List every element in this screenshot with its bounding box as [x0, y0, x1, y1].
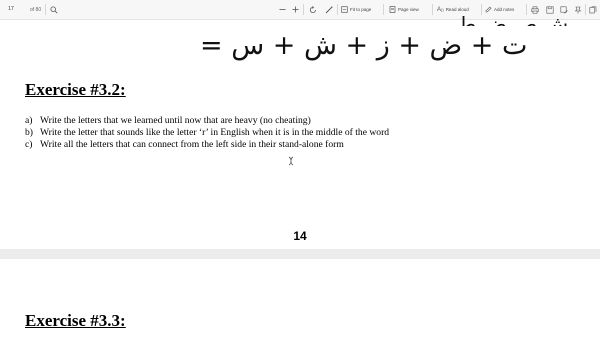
arabic-letters-cutoff: ش ص ض ط: [457, 14, 568, 26]
page-gap: [0, 249, 600, 259]
page-view-icon: [389, 6, 396, 13]
zoom-out-icon: [279, 6, 286, 13]
zoom-out-button[interactable]: [279, 0, 286, 19]
list-item: b) Write the letter that sounds like the…: [25, 127, 389, 139]
fit-to-page-icon: [341, 6, 348, 13]
page-view-label: Page view: [398, 7, 419, 12]
rotate-button[interactable]: [309, 0, 317, 19]
zoom-in-icon: [292, 6, 299, 13]
zoom-in-button[interactable]: [292, 0, 299, 19]
save-as-icon: [560, 6, 568, 14]
page-number: 14: [293, 229, 307, 243]
list-text: Write all the letters that can connect f…: [40, 138, 344, 150]
list-marker: a): [25, 115, 33, 126]
add-notes-icon: [485, 6, 492, 13]
rotate-icon: [309, 5, 317, 14]
pin-icon: [574, 6, 582, 14]
toolbar-divider: [337, 4, 338, 15]
toolbar-divider: [383, 4, 384, 15]
list-text: Write the letters that we learned until …: [40, 115, 311, 126]
search-button[interactable]: [50, 0, 58, 19]
list-marker: b): [25, 126, 33, 138]
exercise-heading: Exercise #3.2:: [25, 80, 126, 99]
collections-icon: [589, 6, 597, 14]
page-total: of 80: [30, 6, 42, 13]
toolbar-divider: [45, 4, 46, 15]
list-marker: c): [25, 138, 33, 150]
list-text: Write the letter that sounds like the le…: [40, 126, 390, 138]
exercise-list: a) Write the letters that we learned unt…: [25, 115, 389, 150]
fit-to-page-label: Fit to page: [350, 7, 372, 12]
toolbar-divider: [585, 4, 586, 15]
print-icon: [531, 6, 539, 14]
pdf-page: ش ص ض ط ت + ض + ز + ش + س = Exercise #3.…: [0, 14, 600, 249]
collections-button[interactable]: [589, 0, 597, 19]
text-cursor-icon: [288, 153, 294, 171]
list-item: c) Write all the letters that can connec…: [25, 139, 389, 151]
save-icon: [546, 6, 554, 14]
toolbar-divider: [303, 4, 304, 15]
read-aloud-icon: A)): [437, 6, 444, 13]
pdf-page: Exercise #3.3:: [0, 259, 600, 337]
pin-button[interactable]: [574, 0, 582, 19]
draw-button[interactable]: [325, 0, 333, 19]
list-item: a) Write the letters that we learned unt…: [25, 115, 389, 127]
draw-icon: [325, 6, 333, 14]
fit-to-page-button[interactable]: Fit to page: [341, 0, 371, 19]
arabic-equation: ت + ض + ز + ش + س =: [200, 30, 528, 61]
page-number-input[interactable]: 17: [3, 4, 19, 14]
page-number-value: 17: [8, 6, 14, 12]
read-aloud-label: Read aloud: [445, 7, 469, 12]
add-notes-label: Add notes: [494, 7, 515, 12]
exercise-heading: Exercise #3.3:: [25, 311, 126, 330]
search-icon: [50, 6, 58, 14]
